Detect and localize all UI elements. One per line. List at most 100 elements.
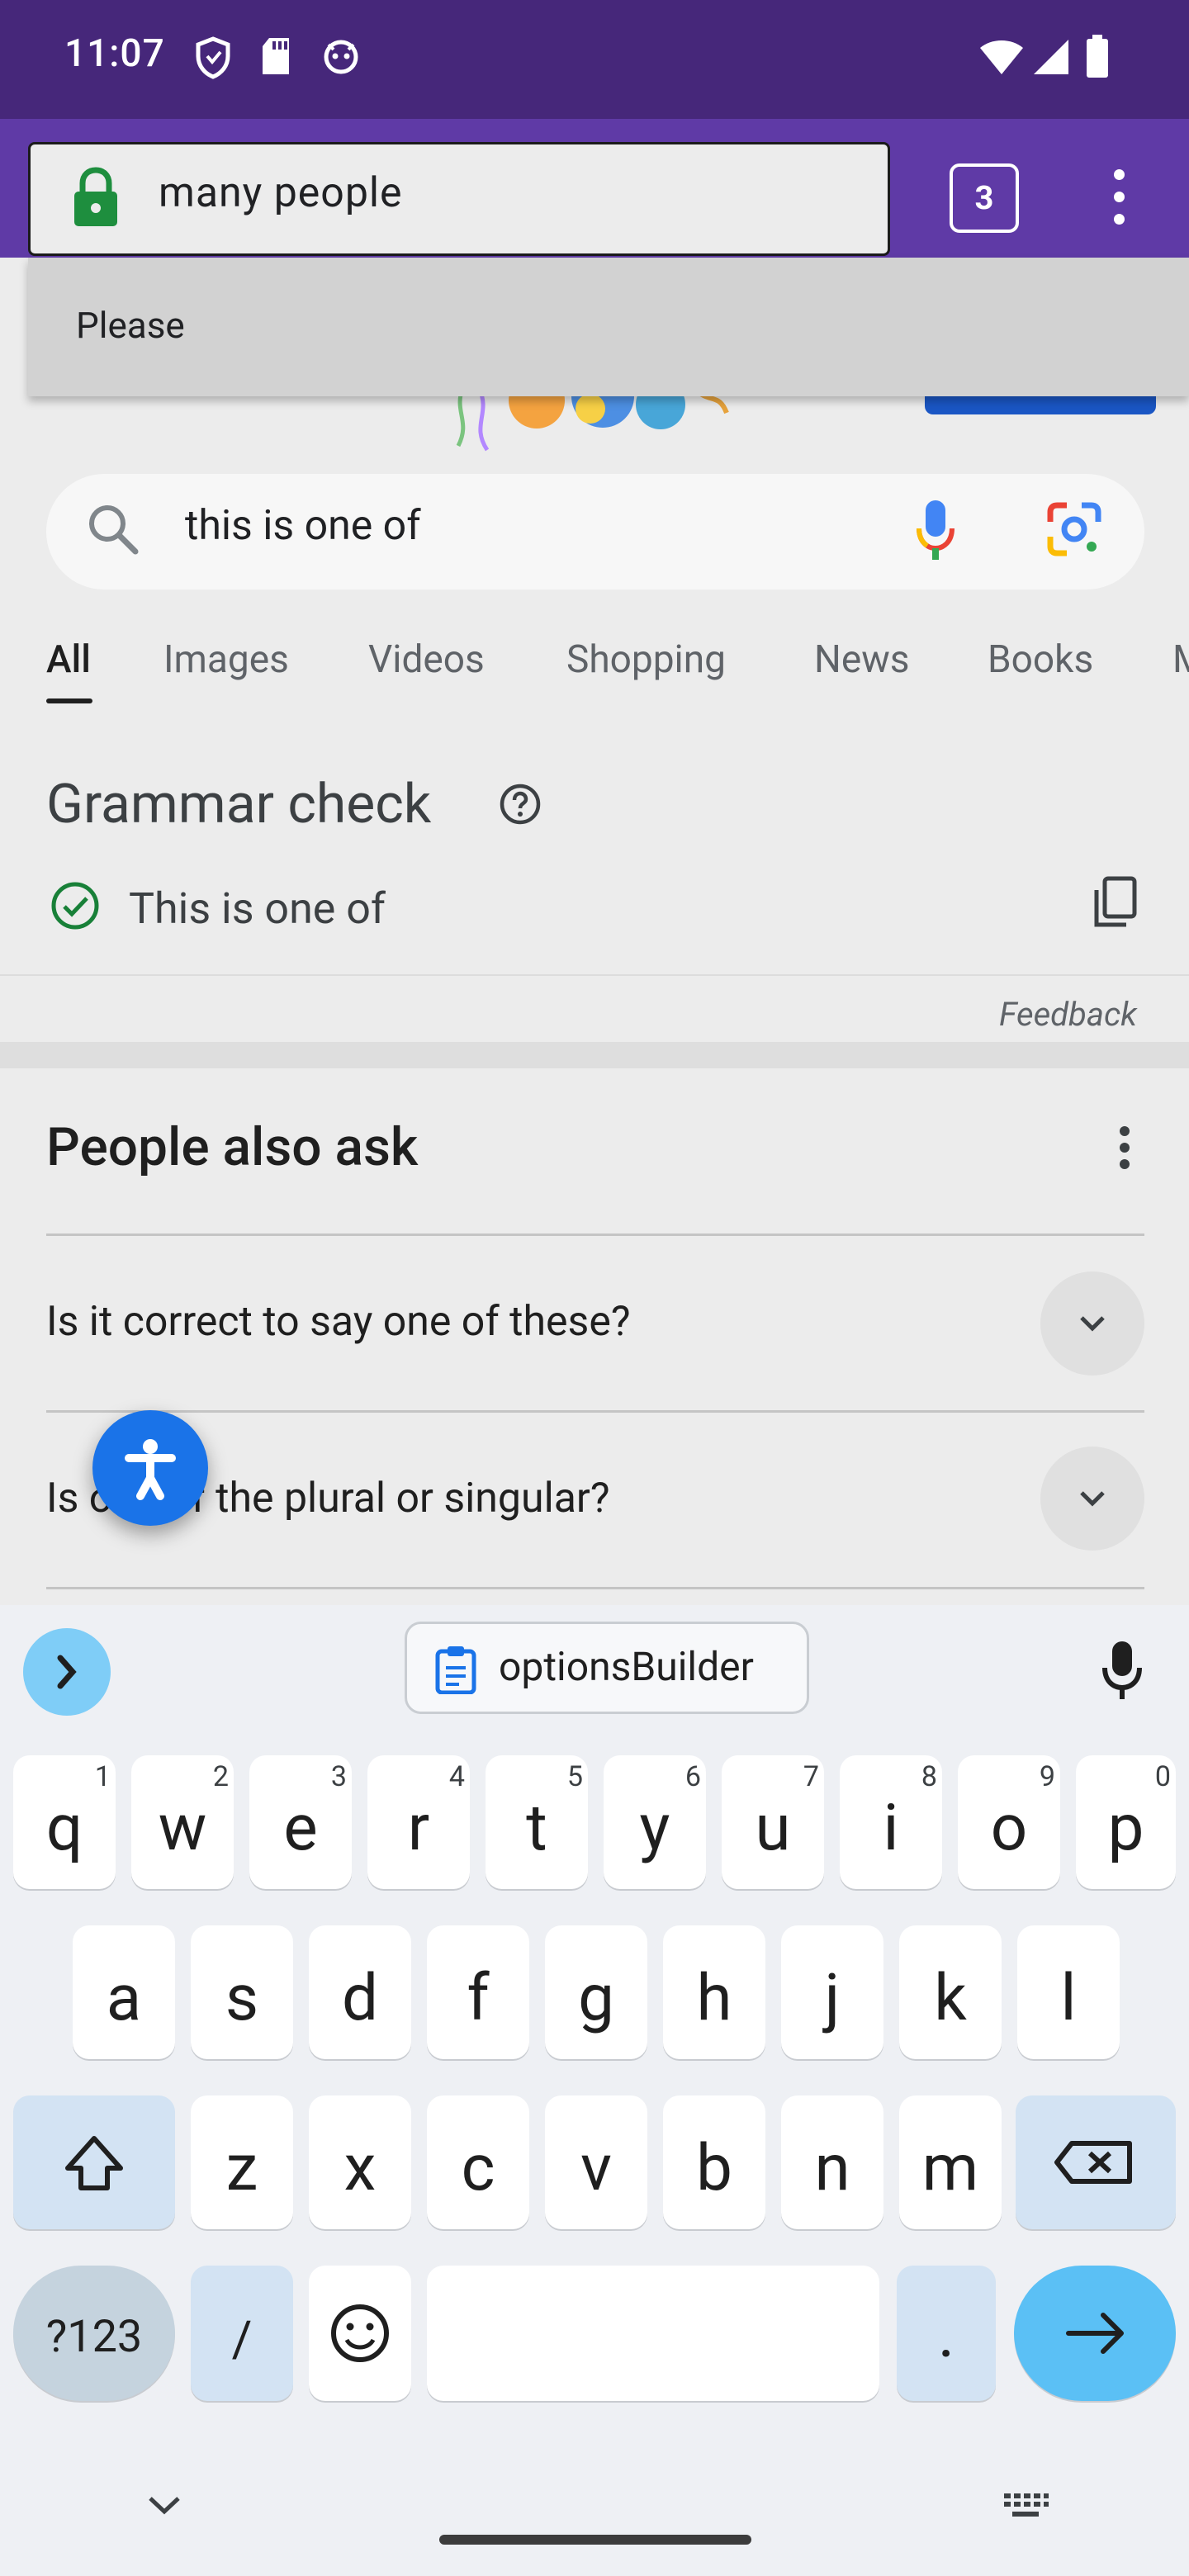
key-hint: 4 (448, 1760, 465, 1793)
tab-news[interactable]: News (814, 637, 910, 682)
key-label: o (990, 1791, 1028, 1866)
key-label: t (526, 1791, 547, 1866)
divider (46, 1587, 1144, 1589)
keyboard-switch-icon[interactable] (1002, 2492, 1049, 2522)
keyboard-mic-icon[interactable] (1101, 1641, 1143, 1701)
key-label: j (824, 1961, 841, 2036)
key-c[interactable]: c (427, 2095, 529, 2229)
period-key[interactable]: . (897, 2266, 996, 2401)
key-label: s (225, 1961, 259, 2036)
lock-icon (74, 167, 117, 226)
key-y[interactable]: 6y (604, 1755, 706, 1889)
key-j[interactable]: j (781, 1925, 883, 2059)
key-g[interactable]: g (545, 1925, 647, 2059)
grammar-check-title: Grammar check (46, 773, 432, 836)
key-i[interactable]: 8i (840, 1755, 942, 1889)
shift-icon (65, 2136, 123, 2190)
voice-search-icon[interactable] (915, 499, 956, 563)
backspace-key[interactable] (1016, 2095, 1176, 2229)
search-query-text[interactable]: this is one of (185, 502, 421, 550)
key-label: q (45, 1791, 83, 1866)
keyboard-toolbar-expand-button[interactable] (23, 1628, 111, 1716)
navigation-handle[interactable] (439, 2535, 751, 2545)
url-suggestion-text[interactable]: Please (76, 304, 185, 347)
key-h[interactable]: h (663, 1925, 765, 2059)
help-icon[interactable] (499, 783, 542, 826)
key-label: m (921, 2131, 979, 2206)
expand-question-2-button[interactable] (1040, 1447, 1144, 1551)
tab-images[interactable]: Images (163, 637, 289, 682)
key-b[interactable]: b (663, 2095, 765, 2229)
check-circle-icon (51, 882, 99, 930)
copy-icon[interactable] (1090, 875, 1139, 930)
question-1[interactable]: Is it correct to say one of these? (46, 1298, 630, 1346)
tab-all-underline (46, 698, 92, 703)
key-e[interactable]: 3e (249, 1755, 352, 1889)
key-u[interactable]: 7u (722, 1755, 824, 1889)
url-suggestion[interactable] (28, 258, 1189, 396)
section-divider (0, 1042, 1189, 1068)
key-n[interactable]: n (781, 2095, 883, 2229)
key-label: i (883, 1791, 899, 1866)
key-label: w (158, 1791, 207, 1866)
key-v[interactable]: v (545, 2095, 647, 2229)
key-label: p (1107, 1791, 1144, 1866)
browser-menu-icon[interactable] (1102, 169, 1135, 227)
url-bar[interactable] (28, 142, 890, 256)
key-x[interactable]: x (309, 2095, 411, 2229)
key-hint: 0 (1154, 1760, 1171, 1793)
hide-keyboard-icon[interactable] (145, 2493, 183, 2518)
key-hint: 1 (94, 1760, 111, 1793)
symbols-key[interactable]: ?123 (13, 2266, 175, 2401)
chevron-down-icon (1080, 1491, 1105, 1507)
key-m[interactable]: m (899, 2095, 1002, 2229)
divider (0, 974, 1189, 976)
grammar-check-result: This is one of (129, 883, 386, 934)
key-f[interactable]: f (427, 1925, 529, 2059)
key-label: v (580, 2131, 612, 2206)
tab-more[interactable]: M (1172, 637, 1189, 682)
emoji-icon (331, 2304, 389, 2362)
status-time: 11:07 (64, 31, 165, 76)
shift-key[interactable] (13, 2095, 175, 2229)
key-label: l (1060, 1961, 1077, 2036)
slash-key[interactable]: / (191, 2266, 293, 2401)
key-p[interactable]: 0p (1076, 1755, 1176, 1889)
key-s[interactable]: s (191, 1925, 293, 2059)
key-o[interactable]: 9o (958, 1755, 1060, 1889)
tab-all[interactable]: All (46, 637, 91, 682)
key-label: / (231, 2310, 253, 2369)
status-bar: 11:07 (0, 0, 1189, 119)
key-w[interactable]: 2w (131, 1755, 234, 1889)
key-l[interactable]: l (1017, 1925, 1120, 2059)
divider (46, 1410, 1144, 1413)
wifi-icon (980, 40, 1023, 74)
enter-key[interactable] (1014, 2266, 1176, 2401)
url-text[interactable]: many people (159, 169, 403, 217)
people-also-ask-title: People also ask (46, 1116, 419, 1178)
key-k[interactable]: k (899, 1925, 1002, 2059)
google-lens-icon[interactable] (1045, 500, 1103, 558)
tab-videos[interactable]: Videos (368, 637, 485, 682)
tab-shopping[interactable]: Shopping (566, 637, 726, 682)
key-t[interactable]: 5t (486, 1755, 588, 1889)
key-label: r (407, 1791, 430, 1866)
expand-question-1-button[interactable] (1040, 1271, 1144, 1376)
emoji-key[interactable] (309, 2266, 411, 2401)
key-label: c (461, 2131, 495, 2206)
accessibility-button[interactable] (92, 1410, 208, 1526)
key-label: k (934, 1961, 967, 2036)
clipboard-chip-text[interactable]: optionsBuilder (499, 1643, 754, 1690)
assistant-icon (324, 40, 358, 74)
key-d[interactable]: d (309, 1925, 411, 2059)
space-key[interactable] (427, 2266, 879, 2401)
more-options-icon[interactable] (1120, 1126, 1131, 1169)
key-q[interactable]: 1q (13, 1755, 116, 1889)
key-z[interactable]: z (191, 2095, 293, 2229)
tab-books[interactable]: Books (988, 637, 1093, 682)
key-a[interactable]: a (73, 1925, 175, 2059)
tab-switcher-button[interactable]: 3 (950, 163, 1019, 233)
key-r[interactable]: 4r (367, 1755, 470, 1889)
key-hint: 7 (803, 1760, 819, 1793)
feedback-link[interactable]: Feedback (999, 995, 1137, 1034)
